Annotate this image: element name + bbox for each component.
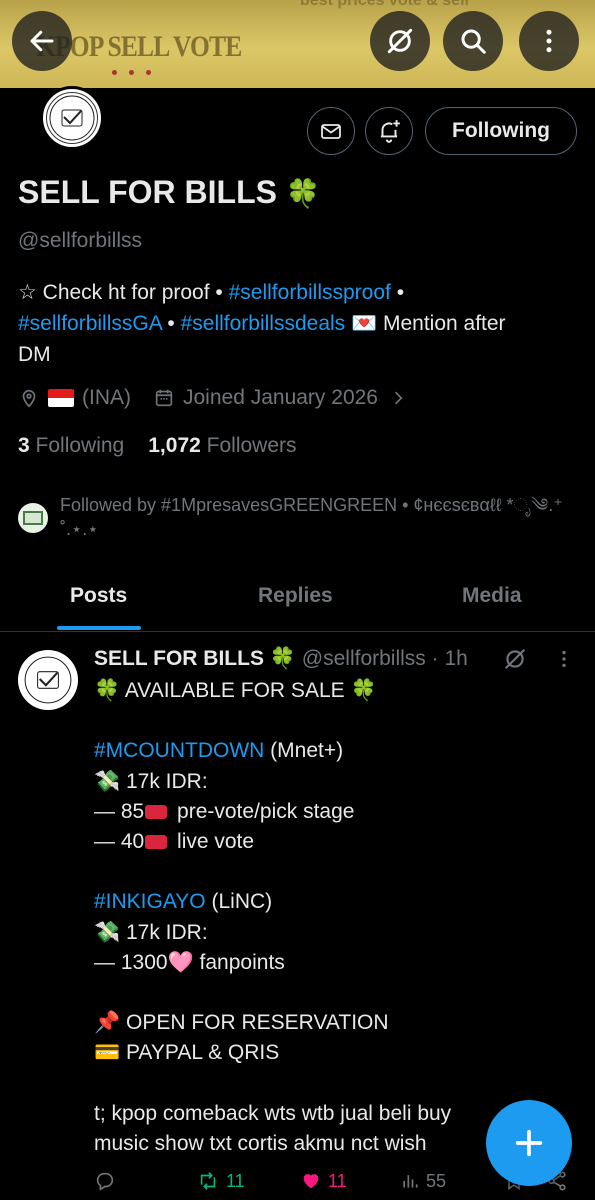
grok-icon[interactable] [502, 646, 528, 672]
search-icon [461, 29, 486, 54]
hashtag-link[interactable]: #MCOUNTDOWN [94, 739, 264, 762]
followers-count-link[interactable]: 1,072 Followers [148, 434, 296, 458]
profile-name: SELL FOR BILLS 🍀 [18, 174, 321, 211]
views-button[interactable]: 55 [400, 1170, 446, 1192]
following-button[interactable]: Following [425, 107, 577, 155]
followers-count: 1,072 [148, 434, 201, 457]
post-line: 💸 17k IDR: [94, 769, 208, 793]
location-icon [22, 389, 36, 408]
reply-icon [96, 1172, 114, 1191]
back-button[interactable] [12, 11, 72, 71]
post-header: SELL FOR BILLS 🍀 @sellforbillss · 1h [94, 647, 468, 671]
bio-separator: • [390, 281, 405, 304]
more-vertical-icon [546, 29, 552, 53]
bio-text: 💌 Mention after [345, 312, 506, 335]
banner-dots [112, 70, 151, 75]
post-more-icon[interactable] [553, 648, 575, 670]
hashtag-link[interactable]: #sellforbillssdeals [181, 312, 346, 335]
avatar-logo [46, 92, 98, 144]
following-count-link[interactable]: 3 Following [18, 434, 124, 458]
clover-emoji: 🍀 [285, 178, 321, 209]
plus-icon [515, 1129, 543, 1157]
post-author-handle[interactable]: @sellforbillss [302, 647, 426, 670]
hashtag-link[interactable]: #sellforbillssproof [229, 281, 391, 304]
post-line: — 40 live vote [94, 829, 255, 853]
indonesia-flag-icon [48, 389, 74, 407]
like-count: 11 [328, 1170, 347, 1191]
followed-by[interactable]: Followed by #1MpresavesGREENGREEN • ¢нєє… [16, 493, 580, 541]
like-button[interactable]: 11 [300, 1170, 347, 1192]
repost-icon [200, 1172, 216, 1190]
views-chart-icon [403, 1175, 418, 1188]
arrow-left-icon [30, 30, 54, 52]
post-line: — 85 pre-vote/pick stage [94, 799, 355, 823]
tab-posts[interactable]: Posts [70, 584, 127, 608]
compose-post-button[interactable] [486, 1100, 572, 1186]
heart-icon [303, 1174, 319, 1189]
mail-icon [321, 124, 341, 139]
notify-button[interactable] [365, 107, 413, 155]
ticket-icon [145, 835, 168, 850]
banner-top-text: best prices vote & sell [300, 0, 469, 9]
repost-count: 11 [226, 1170, 245, 1191]
active-tab-indicator [57, 626, 141, 630]
grok-button[interactable] [370, 11, 430, 71]
post-line: 🍀 AVAILABLE FOR SALE 🍀 [94, 679, 377, 702]
profile-handle: @sellforbillss [18, 229, 143, 252]
follower-avatar [16, 501, 50, 535]
following-label: Following [35, 434, 125, 457]
location-text: (INA) [82, 386, 131, 409]
follow-counts: 3 Following 1,072 Followers [18, 434, 297, 458]
post-author-name[interactable]: SELL FOR BILLS 🍀 [94, 647, 296, 670]
followers-label: Followers [206, 434, 297, 457]
post-line: 💳 PAYPAL & QRIS [94, 1041, 280, 1065]
ticket-icon [145, 805, 168, 820]
chevron-right-icon[interactable] [388, 388, 408, 408]
calendar-icon [155, 389, 173, 407]
post-line: 💸 17k IDR: [94, 920, 208, 944]
repost-button[interactable]: 11 [196, 1170, 245, 1192]
profile-banner: best prices vote & sell KPOP SELL VOTE [0, 0, 595, 88]
post-author-avatar[interactable] [18, 650, 78, 710]
bio-text: DM [18, 343, 51, 366]
search-button[interactable] [443, 11, 503, 71]
profile-name-text: SELL FOR BILLS [18, 174, 277, 210]
post-line: — 1300🩷 fanpoints [94, 950, 285, 974]
profile-tabs: Posts Replies Media [0, 570, 595, 632]
post-line: #INKIGAYO (LiNC) [94, 890, 273, 914]
post-line: #MCOUNTDOWN (Mnet+) [94, 739, 344, 763]
following-count: 3 [18, 434, 30, 457]
grok-icon [387, 28, 413, 54]
bio-text: ☆ Check ht for proof • [18, 281, 229, 304]
followed-by-text: Followed by #1MpresavesGREENGREEN • ¢нєє… [60, 495, 563, 539]
post-time[interactable]: · 1h [432, 647, 468, 670]
more-options-button[interactable] [519, 11, 579, 71]
profile-meta: (INA) Joined January 2026 [18, 386, 408, 410]
bell-plus-icon [380, 120, 400, 143]
profile-bio: ☆ Check ht for proof • #sellforbillsspro… [18, 277, 583, 370]
views-count: 55 [426, 1170, 447, 1191]
post-line: 📌 OPEN FOR RESERVATION [94, 1011, 389, 1035]
joined-date: Joined January 2026 [183, 386, 378, 409]
hashtag-link[interactable]: #sellforbillssGA [18, 312, 162, 335]
bio-separator: • [161, 312, 181, 335]
message-button[interactable] [307, 107, 355, 155]
reply-button[interactable] [94, 1170, 116, 1192]
post-text: 🍀 AVAILABLE FOR SALE 🍀 #MCOUNTDOWN (Mnet… [94, 676, 574, 1159]
tab-replies[interactable]: Replies [258, 584, 333, 608]
hashtag-link[interactable]: #INKIGAYO [94, 890, 206, 913]
profile-avatar[interactable] [40, 86, 104, 150]
tab-media[interactable]: Media [462, 584, 522, 608]
